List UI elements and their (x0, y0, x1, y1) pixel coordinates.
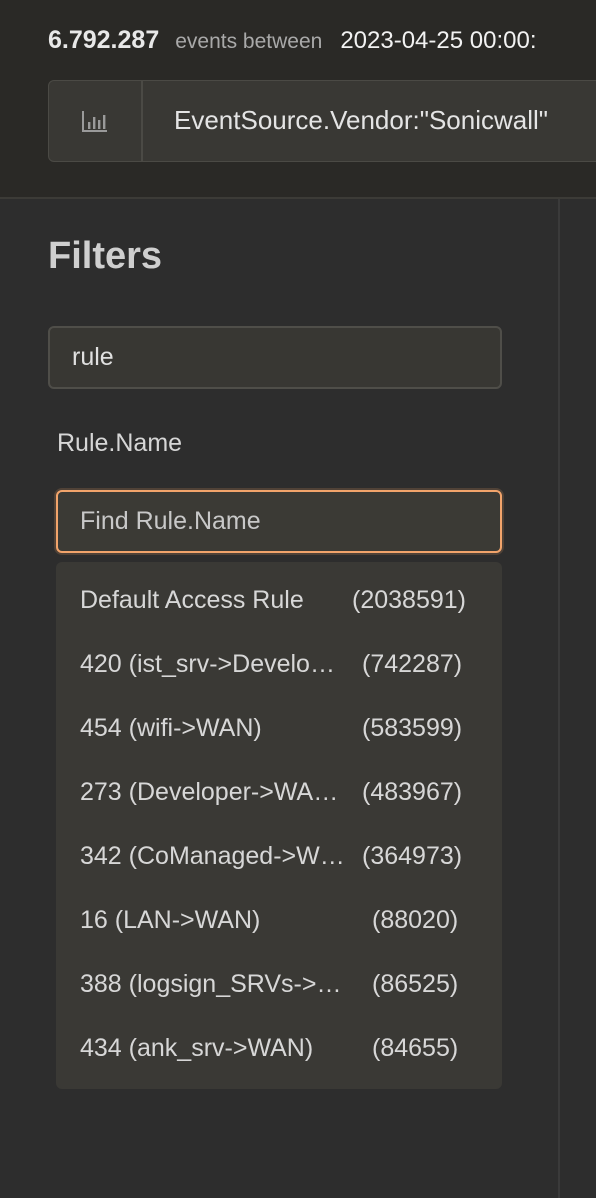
find-rule-name-input[interactable] (56, 490, 502, 553)
search-header: 6.792.287 events between 2023-04-25 00:0… (0, 0, 596, 199)
option-count: (583599) (362, 714, 463, 742)
field-label-rule-name: Rule.Name (57, 429, 183, 457)
option-count: (84655) (372, 1034, 459, 1062)
option-count: (88020) (372, 906, 459, 934)
list-item[interactable]: 273 (Developer->WA… (483967) (56, 760, 502, 824)
option-label: 273 (Developer->WA… (80, 778, 339, 806)
option-count: (483967) (362, 778, 463, 806)
option-label: 420 (ist_srv->Develo… (80, 650, 335, 678)
event-count: 6.792.287 (48, 26, 160, 54)
option-label: Default Access Rule (80, 586, 304, 614)
filters-panel: Filters Rule.Name Default Access Rule (2… (0, 199, 560, 1198)
list-item[interactable]: 16 (LAN->WAN) (88020) (56, 888, 502, 952)
list-item[interactable]: 454 (wifi->WAN) (583599) (56, 696, 502, 760)
results-area-edge (560, 199, 596, 1198)
result-summary: 6.792.287 events between 2023-04-25 00:0… (48, 26, 537, 55)
option-label: 434 (ank_srv->WAN) (80, 1034, 314, 1062)
app-root: 6.792.287 events between 2023-04-25 00:0… (0, 0, 596, 1198)
option-count: (742287) (362, 650, 463, 678)
query-text[interactable]: EventSource.Vendor:"Sonicwall" (174, 105, 548, 136)
histogram-toggle-button[interactable] (49, 81, 143, 161)
filters-title: Filters (48, 235, 163, 277)
option-label: 388 (logsign_SRVs->… (80, 970, 342, 998)
option-count: (2038591) (352, 586, 466, 614)
list-item[interactable]: 434 (ank_srv->WAN) (84655) (56, 1016, 502, 1080)
filter-search-input[interactable] (48, 326, 502, 389)
list-item[interactable]: 420 (ist_srv->Develo… (742287) (56, 632, 502, 696)
date-range[interactable]: 2023-04-25 00:00: (340, 27, 536, 55)
query-bar[interactable]: EventSource.Vendor:"Sonicwall" (48, 80, 596, 162)
option-label: 16 (LAN->WAN) (80, 906, 261, 934)
option-count: (86525) (372, 970, 459, 998)
list-item[interactable]: 342 (CoManaged->W… (364973) (56, 824, 502, 888)
option-label: 342 (CoManaged->W… (80, 842, 345, 870)
list-item[interactable]: 388 (logsign_SRVs->… (86525) (56, 952, 502, 1016)
rule-name-options-list: Default Access Rule (2038591) 420 (ist_s… (56, 562, 502, 1089)
bar-chart-icon (82, 111, 107, 132)
option-label: 454 (wifi->WAN) (80, 714, 262, 742)
option-count: (364973) (362, 842, 463, 870)
events-between-label: events between (175, 30, 323, 53)
list-item[interactable]: Default Access Rule (2038591) (56, 568, 502, 632)
